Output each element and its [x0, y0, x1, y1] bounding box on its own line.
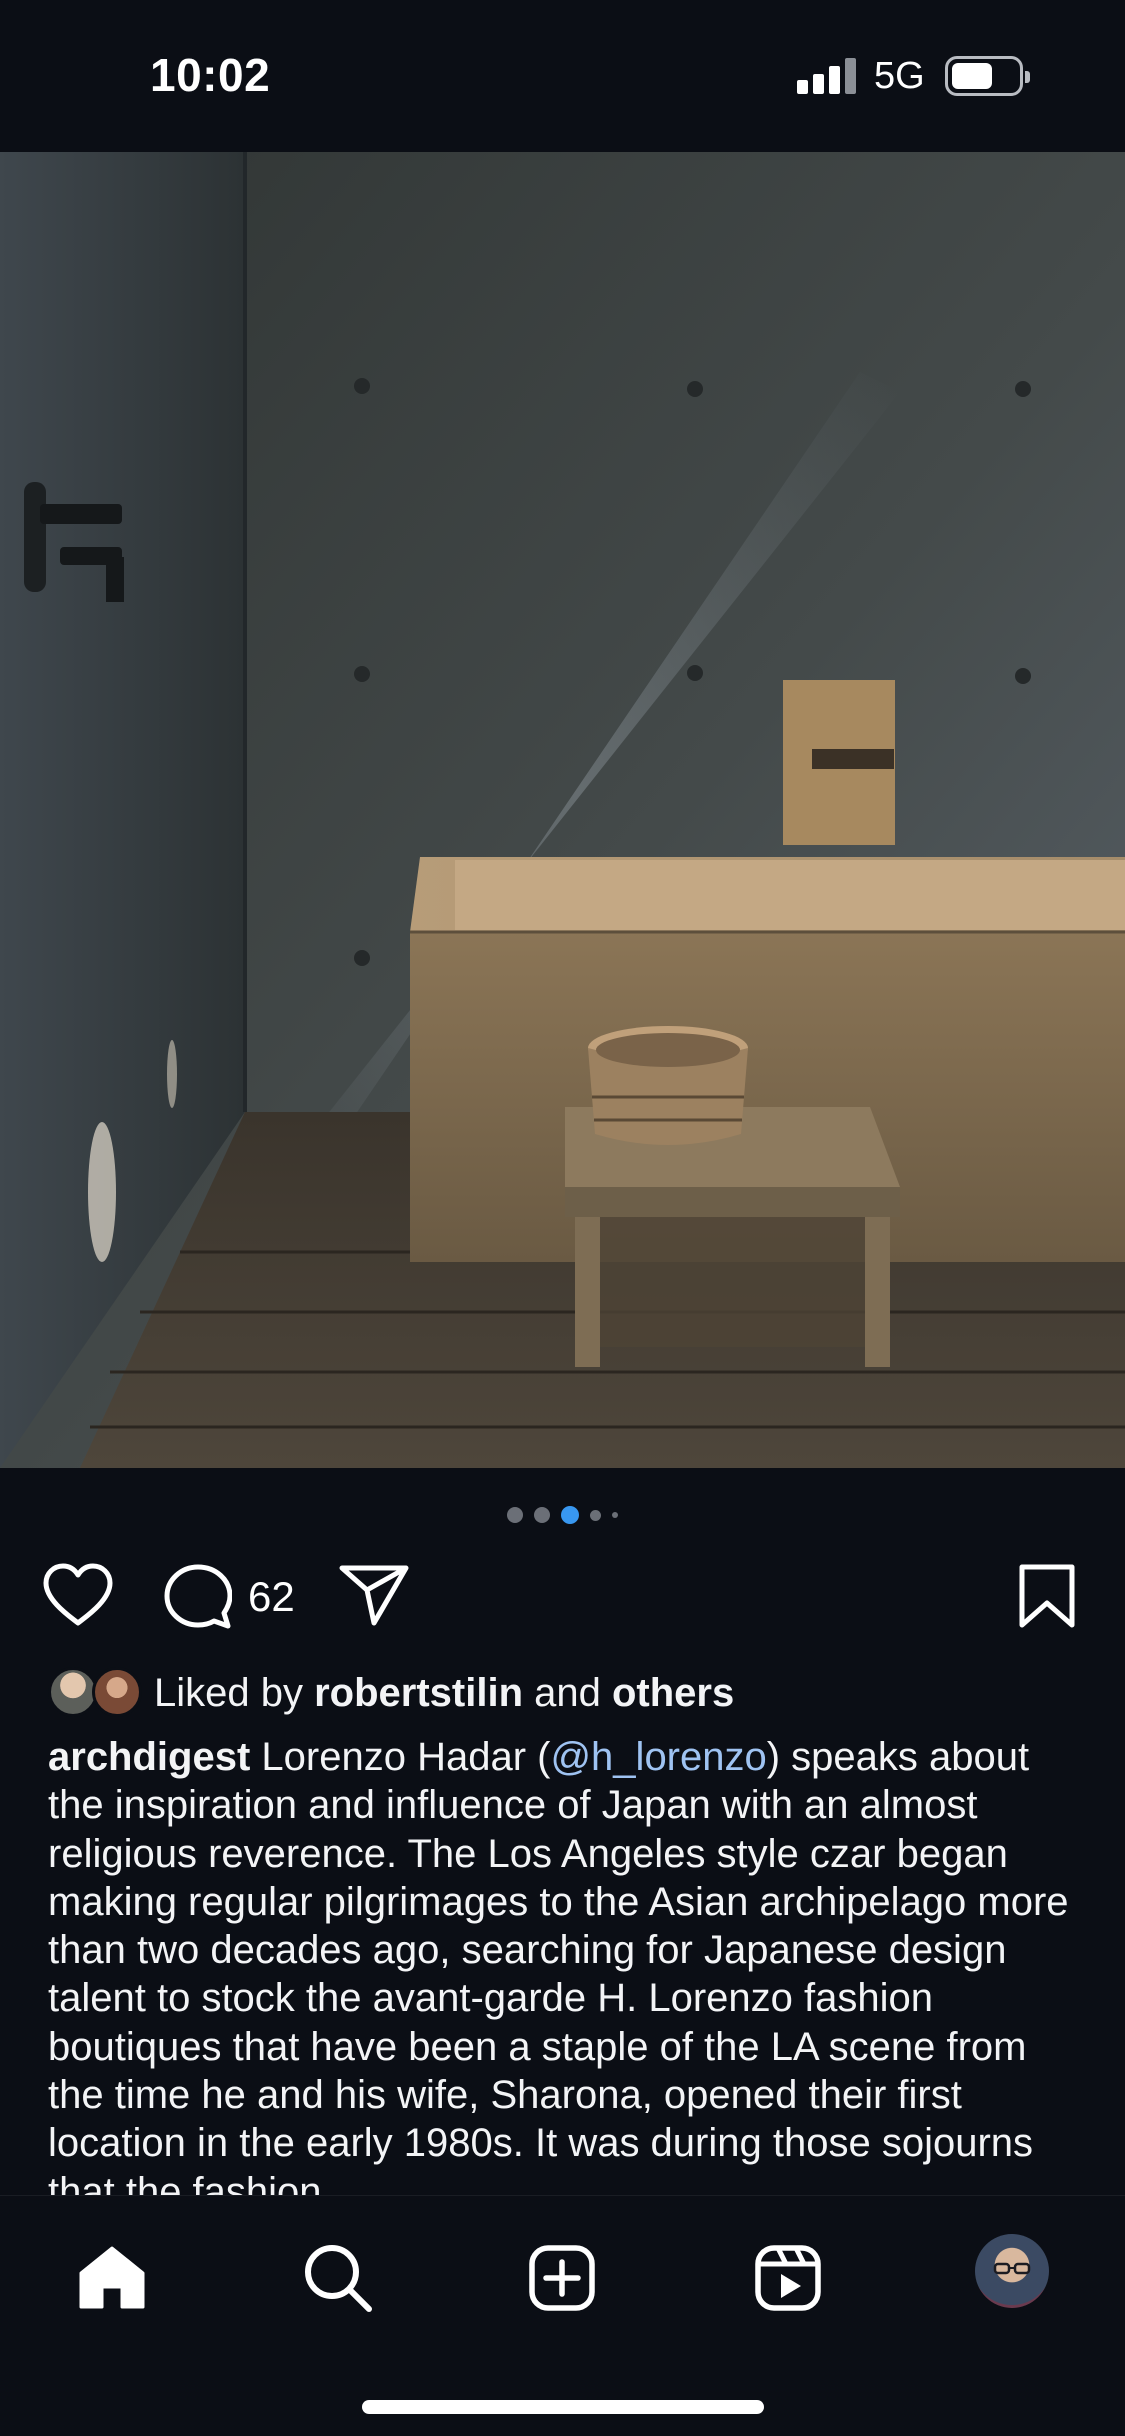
share-button[interactable] [338, 1563, 410, 1632]
send-icon [339, 1565, 409, 1626]
carousel-indicator [0, 1500, 1125, 1530]
bathroom-photo [0, 152, 1125, 1468]
instagram-post-screen: 10:02 5G 62 Liked by robertstilin and ot… [0, 0, 1125, 2436]
comment-count[interactable]: 62 [248, 1573, 295, 1621]
glasses-icon [993, 2262, 1031, 2275]
post-actions: 62 [0, 1555, 1125, 1635]
home-indicator[interactable] [362, 2400, 764, 2414]
caption-text: ) speaks about the inspiration and influ… [48, 1735, 1069, 2195]
comment-icon [164, 1564, 233, 1629]
tab-reels[interactable] [748, 2238, 828, 2318]
carousel-dot [534, 1507, 550, 1523]
cellular-signal-icon [797, 58, 857, 94]
carousel-dot [590, 1509, 601, 1521]
tab-create[interactable] [522, 2238, 602, 2318]
network-type: 5G [874, 55, 925, 97]
status-bar: 10:02 5G [0, 0, 1125, 152]
likes-middle: and [523, 1670, 612, 1715]
tab-home[interactable] [72, 2238, 152, 2318]
create-icon [529, 2245, 595, 2311]
carousel-dot [507, 1507, 523, 1523]
liker-username[interactable]: robertstilin [314, 1671, 523, 1715]
like-button[interactable] [42, 1563, 114, 1632]
likes-others[interactable]: others [612, 1671, 734, 1715]
status-time: 10:02 [150, 49, 271, 101]
save-button[interactable] [1018, 1563, 1076, 1634]
caption-mention[interactable]: @h_lorenzo [550, 1735, 766, 1779]
battery-icon [945, 56, 1030, 96]
carousel-dot [612, 1512, 618, 1518]
liker-avatars [48, 1665, 148, 1721]
post-image[interactable] [0, 152, 1125, 1468]
bookmark-icon [1019, 1564, 1075, 1628]
caption-username[interactable]: archdigest [48, 1735, 250, 1779]
caption-text: Lorenzo Hadar ( [250, 1735, 551, 1779]
reels-icon [755, 2245, 821, 2311]
heart-icon [43, 1563, 113, 1626]
post-caption: archdigest Lorenzo Hadar (@h_lorenzo) sp… [48, 1733, 1088, 2195]
comment-button[interactable] [164, 1563, 233, 1636]
search-icon [305, 2245, 372, 2312]
caption-container: archdigest Lorenzo Hadar (@h_lorenzo) sp… [0, 1725, 1125, 2195]
avatar [48, 1667, 98, 1717]
likes-prefix: Liked by [154, 1670, 315, 1715]
tab-search[interactable] [298, 2238, 378, 2318]
avatar [92, 1667, 142, 1717]
tab-profile-avatar[interactable] [975, 2234, 1049, 2308]
home-icon [79, 2246, 145, 2309]
likes-text: Liked by robertstilin and others [154, 1671, 734, 1716]
likes-summary[interactable]: Liked by robertstilin and others [48, 1665, 734, 1721]
carousel-dot-active [561, 1506, 579, 1524]
